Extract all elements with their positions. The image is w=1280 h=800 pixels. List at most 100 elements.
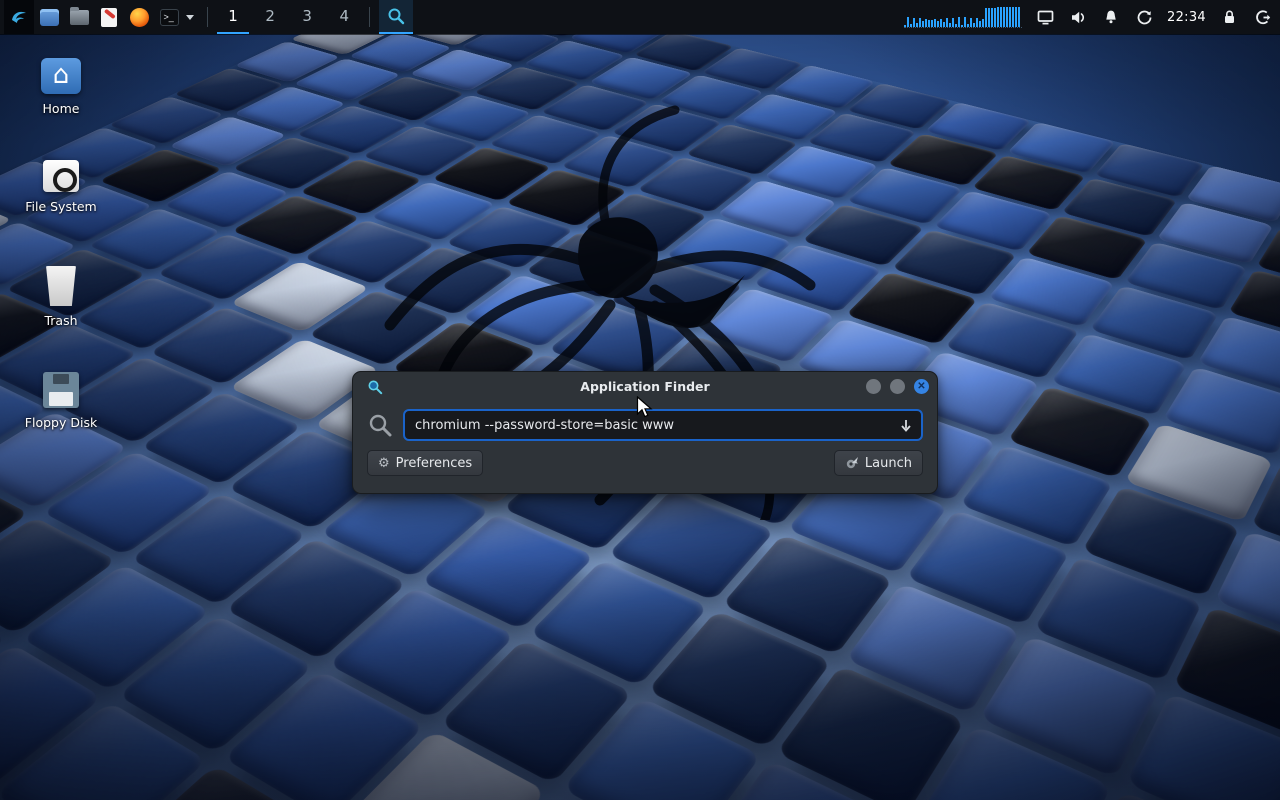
cpu-bar xyxy=(1012,7,1014,27)
cpu-bar xyxy=(946,18,948,27)
kali-menu-button[interactable] xyxy=(4,0,34,34)
cpu-bar xyxy=(967,24,969,27)
launch-button-label: Launch xyxy=(865,456,912,471)
desktop-icon-home[interactable]: ⌂ Home xyxy=(0,58,122,116)
cpu-bar xyxy=(988,8,990,27)
launch-icon xyxy=(845,456,859,470)
cpu-bar xyxy=(1006,7,1008,27)
cpu-bar xyxy=(928,20,930,27)
cpu-bar xyxy=(997,7,999,27)
refresh-icon xyxy=(1136,9,1153,26)
file-manager-launcher[interactable] xyxy=(34,0,64,34)
command-field-wrap xyxy=(403,409,923,441)
launch-button[interactable]: Launch xyxy=(834,450,923,476)
display-icon xyxy=(1037,10,1054,25)
workspace-3[interactable]: 3 xyxy=(291,0,323,34)
display-settings-button[interactable] xyxy=(1035,0,1055,34)
file-system-icon xyxy=(43,160,79,192)
cpu-bar xyxy=(919,18,921,27)
cpu-bar xyxy=(994,8,996,27)
workspace-2[interactable]: 2 xyxy=(254,0,286,34)
firefox-launcher[interactable] xyxy=(124,0,154,34)
search-icon xyxy=(367,412,393,438)
logout-button[interactable] xyxy=(1252,0,1272,34)
cpu-bar xyxy=(961,25,963,27)
chevron-down-icon[interactable] xyxy=(186,15,194,20)
cpu-bar xyxy=(937,21,939,27)
folder-icon xyxy=(70,10,89,25)
terminal-launcher[interactable]: >_ xyxy=(154,0,184,34)
lock-icon xyxy=(1222,9,1237,25)
cpu-bar xyxy=(982,19,984,27)
bell-icon xyxy=(1103,9,1119,25)
cpu-bar xyxy=(904,25,906,27)
notifications-button[interactable] xyxy=(1101,0,1121,34)
close-button[interactable]: ✕ xyxy=(914,379,929,394)
file-manager-icon xyxy=(40,9,59,26)
gear-icon: ⚙ xyxy=(378,456,390,471)
terminal-icon: >_ xyxy=(160,9,179,26)
firefox-icon xyxy=(130,8,149,27)
top-panel: >_ 1 2 3 4 xyxy=(0,0,1280,34)
maximize-button[interactable] xyxy=(890,379,905,394)
cpu-bar xyxy=(1015,7,1017,27)
cpu-bar xyxy=(931,20,933,27)
cpu-bar xyxy=(910,24,912,27)
taskbar-application-finder[interactable] xyxy=(379,0,413,34)
files-launcher[interactable] xyxy=(64,0,94,34)
desktop-icon-label: Floppy Disk xyxy=(25,415,97,430)
cpu-bar xyxy=(925,19,927,27)
logout-icon xyxy=(1254,9,1271,26)
workspace-switcher: 1 2 3 4 xyxy=(217,0,360,34)
clock[interactable]: 22:34 xyxy=(1167,10,1206,25)
desktop: >_ 1 2 3 4 xyxy=(0,0,1280,800)
workspace-1[interactable]: 1 xyxy=(217,0,249,34)
cpu-bar xyxy=(913,18,915,27)
desktop-icon-label: Home xyxy=(43,101,80,116)
window-title: Application Finder xyxy=(353,379,937,394)
desktop-icon-file-system[interactable]: File System xyxy=(0,160,122,214)
minimize-button[interactable] xyxy=(866,379,881,394)
cpu-bar xyxy=(952,18,954,27)
cpu-bar xyxy=(922,21,924,27)
cpu-bar xyxy=(1000,7,1002,27)
kali-logo-icon xyxy=(9,7,29,27)
cpu-graph[interactable] xyxy=(904,6,1022,28)
cpu-bar xyxy=(964,17,966,27)
dialog-body: ⚙ Preferences Launch xyxy=(353,401,937,486)
cpu-bar xyxy=(934,19,936,27)
magnifier-icon xyxy=(387,7,405,25)
desktop-icon-label: File System xyxy=(25,199,97,214)
cpu-bar xyxy=(943,22,945,27)
app-finder-icon xyxy=(367,379,383,395)
text-editor-launcher[interactable] xyxy=(94,0,124,34)
trash-icon xyxy=(44,266,78,306)
cpu-bar xyxy=(973,23,975,27)
cpu-bar xyxy=(955,24,957,27)
cpu-bar xyxy=(940,19,942,27)
desktop-icon-floppy-disk[interactable]: Floppy Disk xyxy=(0,372,122,430)
floppy-disk-icon xyxy=(43,372,79,408)
preferences-button-label: Preferences xyxy=(396,456,472,471)
desktop-icon-trash[interactable]: Trash xyxy=(0,266,122,328)
cpu-bar xyxy=(1018,7,1020,27)
text-editor-icon xyxy=(101,8,117,27)
preferences-button[interactable]: ⚙ Preferences xyxy=(367,450,483,476)
command-input[interactable] xyxy=(415,418,899,433)
cpu-bar xyxy=(985,8,987,27)
volume-button[interactable] xyxy=(1068,0,1088,34)
cpu-bar xyxy=(991,8,993,27)
dropdown-arrow-icon[interactable] xyxy=(899,418,913,432)
cpu-bar xyxy=(970,18,972,27)
cpu-bar xyxy=(1003,7,1005,27)
window-controls: ✕ xyxy=(866,379,929,394)
application-finder-window: Application Finder ✕ xyxy=(352,371,938,494)
titlebar[interactable]: Application Finder ✕ xyxy=(353,372,937,401)
home-icon: ⌂ xyxy=(41,58,81,94)
cpu-bar xyxy=(916,23,918,27)
lock-screen-button[interactable] xyxy=(1219,0,1239,34)
cpu-bar xyxy=(907,17,909,27)
workspace-4[interactable]: 4 xyxy=(328,0,360,34)
cpu-bar xyxy=(976,18,978,27)
updates-button[interactable] xyxy=(1134,0,1154,34)
